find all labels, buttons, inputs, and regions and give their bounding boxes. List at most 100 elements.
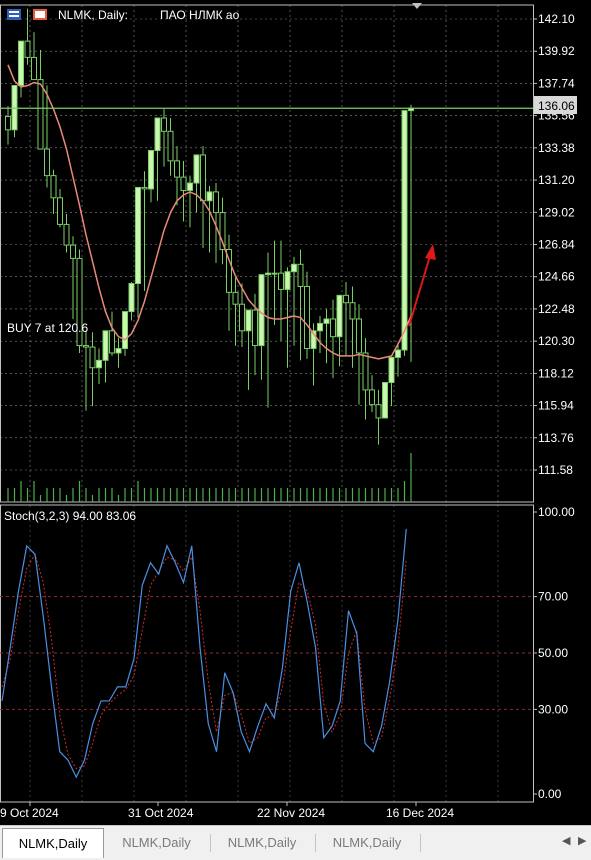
candle-body (388, 356, 395, 384)
candle-body (239, 303, 245, 332)
date-label: 16 Dec 2024 (386, 806, 454, 820)
candle-body (37, 79, 44, 150)
stoch-level-label: 100.00 (538, 505, 575, 519)
candle-body (336, 294, 343, 338)
candle-body (167, 130, 174, 162)
candle-body (330, 318, 336, 338)
scroll-left-icon[interactable]: ◀ (562, 834, 570, 847)
candle-body (291, 263, 297, 273)
candle-body (401, 110, 408, 351)
tab-separator (210, 834, 211, 852)
candle-body (70, 244, 76, 259)
price-label: 118.12 (538, 366, 574, 380)
price-label: 131.20 (538, 173, 575, 187)
candle-body (245, 309, 252, 332)
chart-title-symbol: NLMK, Daily: (58, 8, 128, 22)
date-label: 9 Oct 2024 (0, 806, 59, 820)
candle-body (44, 148, 50, 177)
candle-body (395, 349, 401, 358)
candle-body (174, 160, 180, 178)
candle-body (115, 348, 122, 354)
price-label: 122.48 (538, 302, 575, 316)
price-label: 126.84 (538, 238, 575, 252)
candle-body (141, 186, 148, 190)
candle-body (265, 272, 271, 276)
tab-nlmk-daily-1[interactable]: NLMK,Daily (2, 828, 104, 858)
price-label: 129.02 (538, 205, 575, 219)
candle-body (278, 272, 284, 290)
price-label: 120.30 (538, 334, 575, 348)
candle-body (122, 311, 128, 350)
candle-body (187, 182, 193, 191)
current-price-tag: 136.06 (534, 96, 577, 114)
candle-body (154, 117, 161, 152)
candle-body (180, 176, 187, 191)
chart-type-icon-line2 (9, 15, 19, 17)
candle-body (193, 154, 200, 184)
scroll-right-icon[interactable]: ▶ (578, 834, 586, 847)
chart-type-icon (7, 9, 21, 20)
candle-body (343, 294, 349, 304)
date-label: 31 Oct 2024 (128, 806, 194, 820)
price-label: 139.92 (538, 44, 575, 58)
tab-nlmk-daily-4[interactable]: NLMK,Daily (317, 830, 417, 856)
stoch-level-label: 70.00 (538, 590, 568, 604)
tab-nlmk-daily-2[interactable]: NLMK,Daily (105, 830, 208, 856)
chart-tabs: NLMK,Daily NLMK,Daily NLMK,Daily NLMK,Da… (0, 825, 591, 860)
candle-body (24, 40, 31, 58)
price-label: 113.76 (538, 431, 574, 445)
candle-body (213, 191, 219, 214)
tab-nlmk-daily-3[interactable]: NLMK,Daily (212, 830, 312, 856)
candle-body (83, 345, 89, 348)
stoch-level-label: 50.00 (538, 646, 568, 660)
candle-body (128, 283, 135, 313)
chart-title-company: ПАО НЛМК ао (160, 8, 240, 22)
candle-body (18, 40, 24, 86)
candle-body (135, 186, 141, 285)
candle-body (362, 352, 369, 391)
price-label: 142.10 (538, 12, 575, 26)
candle-body (232, 291, 239, 305)
chart-canvas[interactable]: NLMK, Daily: ПАО НЛМК ао 142.10 139.92 137… (0, 0, 591, 825)
candle-body (369, 389, 375, 406)
price-label: 111.58 (538, 463, 573, 477)
chart-header: NLMK, Daily: ПАО НЛМК ао (7, 8, 240, 22)
candle-body (304, 285, 310, 350)
tab-separator (420, 834, 421, 852)
stoch-title: Stoch(3,2,3) 94.00 83.06 (4, 509, 136, 523)
candle-body (356, 318, 362, 354)
price-label: 115.94 (538, 399, 574, 413)
candle-body (382, 382, 388, 419)
candle-body (102, 330, 109, 361)
stoch-level-label: 0.00 (538, 787, 562, 801)
price-label: 133.38 (538, 141, 575, 155)
price-axis-labels: 142.10139.92137.74135.56133.38131.20129.… (533, 12, 575, 477)
stoch-level-label: 30.00 (538, 702, 568, 716)
candle-body (258, 274, 265, 347)
price-label: 137.74 (538, 76, 575, 90)
candle-body (109, 330, 115, 354)
candle-body (271, 272, 278, 275)
candle-body (323, 318, 330, 324)
candle-body (57, 197, 63, 225)
tab-separator (315, 834, 316, 852)
candle-body (96, 359, 102, 369)
price-label: 124.66 (538, 270, 575, 284)
candle-body (148, 150, 154, 190)
candle-body (375, 404, 382, 419)
candle-body (31, 56, 37, 81)
candle-body (200, 154, 206, 202)
candle-body (206, 191, 213, 202)
candle-body (284, 271, 291, 290)
candle-body (63, 223, 70, 246)
candle-body (89, 346, 96, 369)
candle-body (297, 263, 304, 287)
date-label: 22 Nov 2024 (257, 806, 325, 820)
candle-body (252, 309, 258, 347)
chart-type-icon-line (9, 11, 19, 13)
candle-body (5, 116, 11, 131)
candle-body (50, 175, 57, 199)
trade-icon-inner (35, 11, 45, 18)
candle-body (161, 117, 167, 132)
chart-background (0, 0, 591, 825)
